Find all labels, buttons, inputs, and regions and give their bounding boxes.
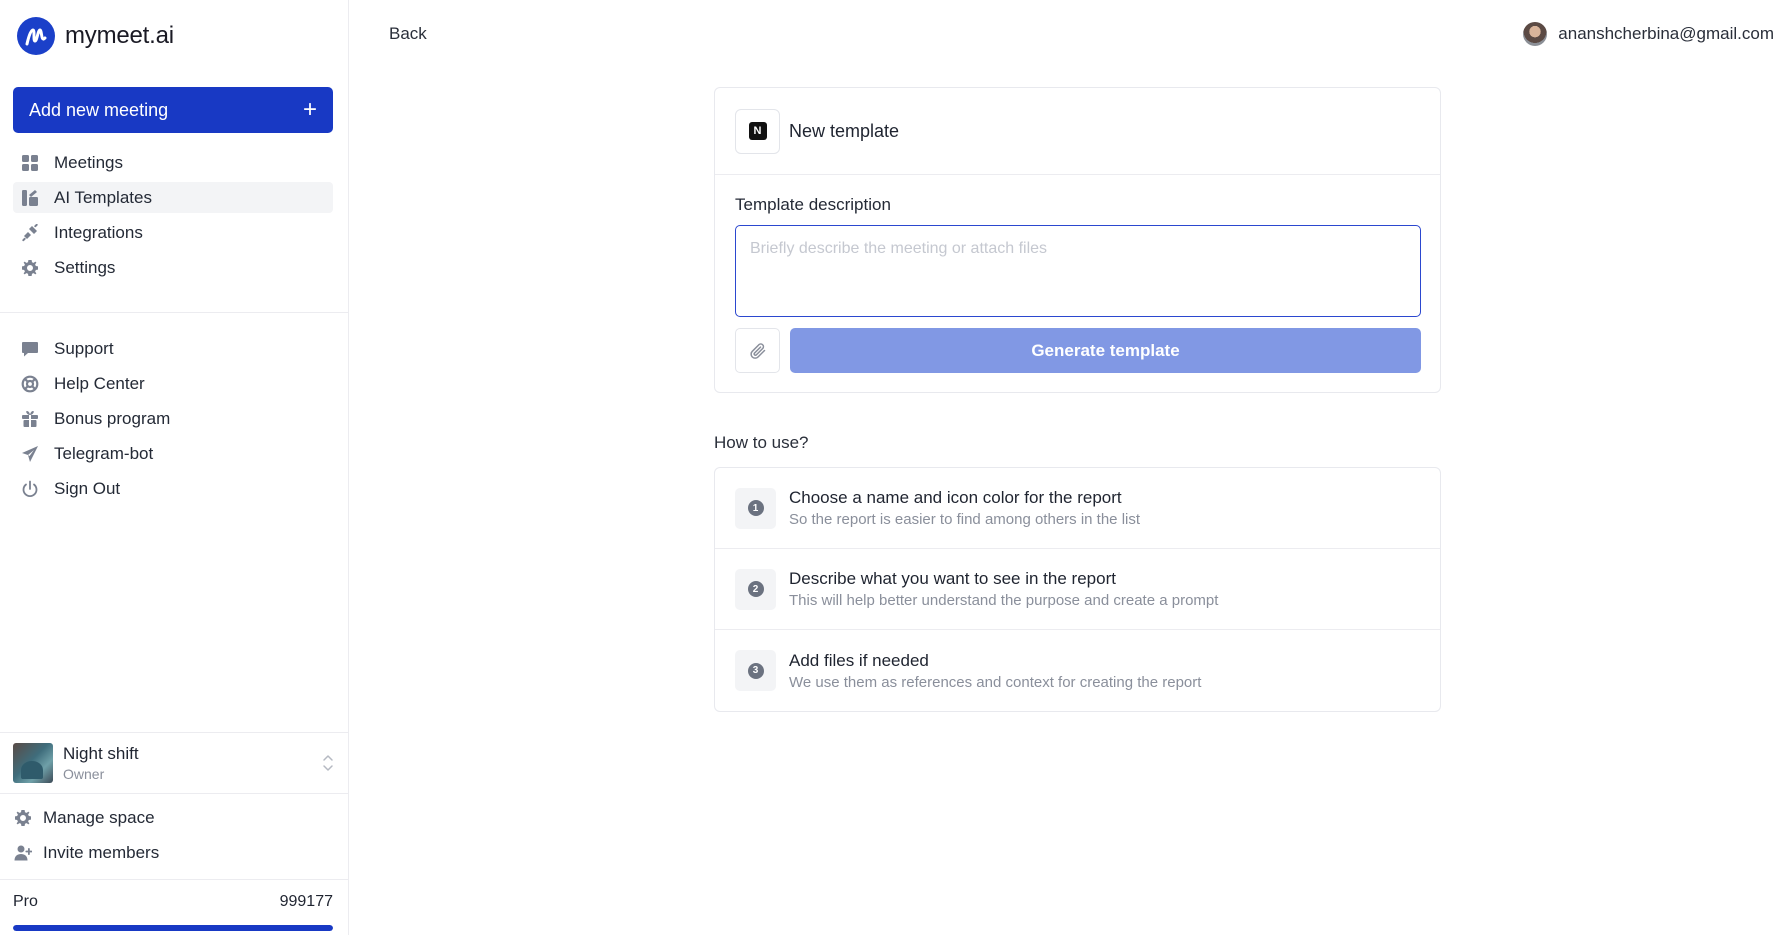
workspace-role: Owner (63, 766, 105, 782)
workspace-nav: Manage space Invite members (13, 802, 333, 872)
gear-icon (13, 808, 33, 828)
sidebar-item-label: Manage space (43, 807, 155, 827)
sidebar-item-ai-templates[interactable]: AI Templates (13, 182, 333, 213)
template-card-header: N New template (715, 88, 1440, 175)
sidebar-item-label: Bonus program (54, 408, 171, 428)
sidebar-item-sign-out[interactable]: Sign Out (13, 473, 333, 504)
sidebar-item-label: Telegram-bot (54, 443, 154, 463)
chat-icon (20, 339, 40, 359)
sidebar-item-label: AI Templates (54, 187, 152, 207)
sidebar-item-invite-members[interactable]: Invite members (13, 837, 333, 868)
workspace-name: Night shift (63, 744, 139, 763)
how-to-heading: How to use? (714, 433, 809, 452)
sidebar-item-meetings[interactable]: Meetings (13, 147, 333, 178)
gift-icon (20, 409, 40, 429)
step-number: 1 (747, 500, 764, 516)
sidebar-item-telegram-bot[interactable]: Telegram-bot (13, 438, 333, 469)
notion-icon: N (748, 122, 767, 140)
add-new-meeting-label: Add new meeting (29, 99, 169, 120)
step-subtitle: This will help better understand the pur… (789, 592, 1219, 609)
step-title: Describe what you want to see in the rep… (789, 569, 1116, 588)
sidebar-item-settings[interactable]: Settings (13, 252, 333, 283)
user-menu[interactable]: ananshcherbina@gmail.com (1523, 22, 1774, 46)
workspace-switcher[interactable]: Night shift Owner (0, 733, 349, 793)
plan-count: 999177 (279, 893, 333, 910)
step-number-box: 1 (735, 487, 776, 529)
send-icon (20, 444, 40, 464)
plan-summary: Pro 999177 (13, 893, 333, 911)
plan-name: Pro (13, 893, 38, 910)
app-logo[interactable]: mymeet.ai (17, 17, 174, 55)
sidebar-item-label: Invite members (43, 842, 160, 862)
plan-progress-fill (13, 925, 333, 931)
template-title[interactable]: New template (789, 121, 899, 142)
logo-icon (17, 17, 55, 55)
plus-icon: + (302, 96, 317, 123)
sidebar-item-bonus-program[interactable]: Bonus program (13, 403, 333, 434)
primary-nav: Meetings AI Templates Integrations Setti… (13, 147, 333, 287)
sidebar-item-label: Meetings (54, 152, 123, 172)
step-number-box: 3 (735, 650, 776, 691)
how-to-steps: 1 Choose a name and icon color for the r… (714, 467, 1441, 712)
gear-icon (20, 258, 40, 278)
lifebuoy-icon (20, 374, 40, 394)
sidebar: mymeet.ai Add new meeting + Meetings AI … (0, 0, 349, 935)
template-description-label: Template description (735, 195, 891, 214)
template-card: N New template Template description Gene… (714, 87, 1441, 393)
power-icon (20, 479, 40, 499)
sidebar-item-label: Help Center (54, 373, 145, 393)
templates-icon (20, 188, 40, 208)
attach-file-button[interactable] (735, 328, 780, 373)
sidebar-item-manage-space[interactable]: Manage space (13, 802, 333, 833)
template-icon-picker[interactable]: N (735, 108, 780, 154)
step-subtitle: We use them as references and context fo… (789, 673, 1202, 691)
sidebar-divider (0, 793, 349, 794)
secondary-nav: Support Help Center Bonus program Telegr… (13, 333, 333, 508)
sidebar-divider (0, 879, 349, 880)
app-name: mymeet.ai (65, 22, 174, 49)
step-subtitle: So the report is easier to find among ot… (789, 511, 1141, 528)
user-email: ananshcherbina@gmail.com (1558, 24, 1774, 43)
sidebar-item-help-center[interactable]: Help Center (13, 368, 333, 399)
user-plus-icon (13, 843, 33, 863)
template-description-input[interactable] (735, 225, 1421, 317)
plug-icon (20, 223, 40, 243)
add-new-meeting-button[interactable]: Add new meeting + (13, 87, 333, 133)
sidebar-item-integrations[interactable]: Integrations (13, 217, 333, 248)
grid-icon (20, 153, 40, 173)
plan-progress-bar (13, 925, 333, 931)
sidebar-item-support[interactable]: Support (13, 333, 333, 364)
step-title: Add files if needed (789, 650, 929, 670)
sidebar-item-label: Settings (54, 257, 116, 277)
avatar (1523, 22, 1548, 46)
sidebar-divider (0, 312, 349, 313)
sidebar-item-label: Sign Out (54, 478, 121, 498)
back-link[interactable]: Back (389, 24, 427, 44)
workspace-avatar (13, 743, 53, 783)
list-item: 3 Add files if needed We use them as ref… (715, 630, 1440, 711)
paperclip-icon (749, 342, 765, 359)
generate-template-button[interactable]: Generate template (790, 328, 1421, 373)
step-number-box: 2 (735, 568, 776, 610)
chevron-up-down-icon (323, 755, 333, 771)
step-number: 3 (747, 662, 764, 679)
list-item: 2 Describe what you want to see in the r… (715, 549, 1440, 630)
sidebar-item-label: Integrations (54, 222, 143, 242)
sidebar-item-label: Support (54, 338, 114, 358)
step-number: 2 (747, 581, 764, 597)
step-title: Choose a name and icon color for the rep… (789, 488, 1122, 507)
list-item: 1 Choose a name and icon color for the r… (715, 468, 1440, 549)
